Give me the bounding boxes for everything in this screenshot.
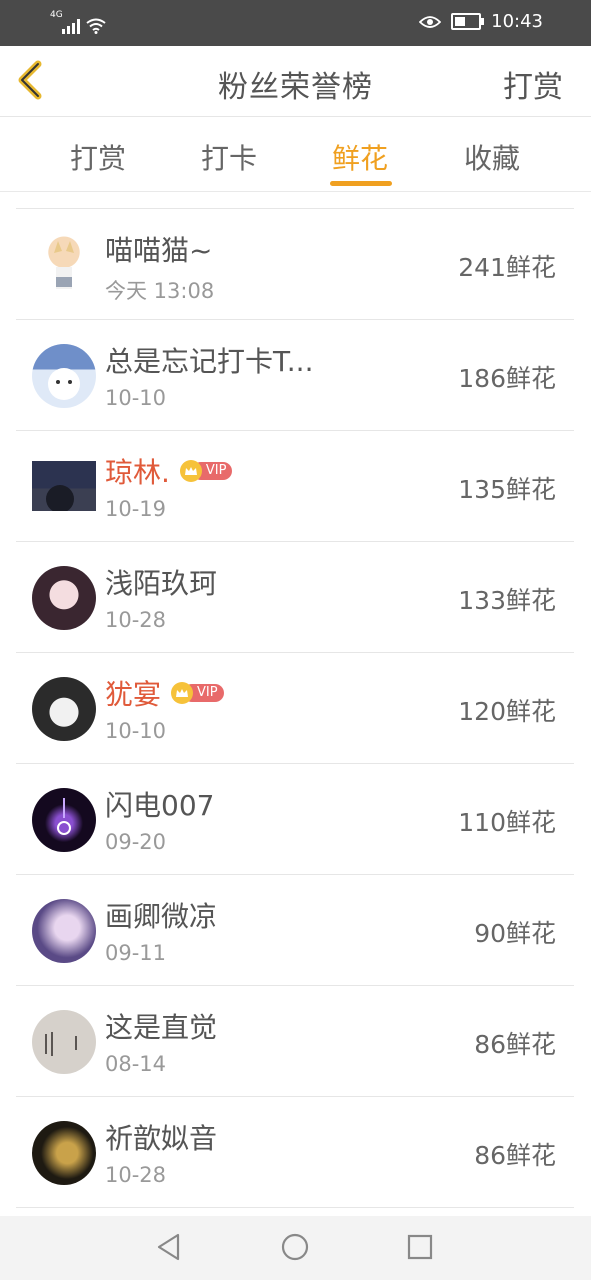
avatar xyxy=(32,899,96,963)
app-header: 粉丝荣誉榜 打赏 xyxy=(0,46,591,117)
flower-count: 110鲜花 xyxy=(458,808,556,837)
tab-reward[interactable]: 打赏 xyxy=(58,137,138,177)
avatar xyxy=(32,1010,96,1074)
flower-count: 86鲜花 xyxy=(474,1141,556,1170)
fan-ranking-list: 喵喵猫~ 今天 13:08 241鲜花 总是忘记打卡T... 10-10 186… xyxy=(16,208,574,1208)
fan-date: 08-14 xyxy=(105,1052,167,1076)
home-circle-icon[interactable] xyxy=(278,1230,312,1264)
list-item[interactable]: 这是直觉 08-14 86鲜花 xyxy=(16,986,574,1097)
avatar xyxy=(32,566,96,630)
tab-bar: 打赏 打卡 鲜花 收藏 xyxy=(0,117,591,192)
fan-name: 这是直觉 xyxy=(105,1011,218,1044)
fan-name: 祈歆姒音 xyxy=(105,1122,218,1155)
tab-checkin[interactable]: 打卡 xyxy=(189,137,269,177)
network-type: 4G xyxy=(50,10,63,20)
fan-date: 10-28 xyxy=(105,1163,167,1187)
tab-favorites[interactable]: 收藏 xyxy=(452,137,532,177)
battery-icon xyxy=(451,13,485,30)
list-item[interactable]: 画卿微凉 09-11 90鲜花 xyxy=(16,875,574,986)
fan-name: 总是忘记打卡T... xyxy=(105,345,314,378)
flower-count: 135鲜花 xyxy=(458,475,556,504)
signal-icon xyxy=(62,18,80,34)
eye-icon xyxy=(419,15,442,28)
active-tab-indicator xyxy=(330,181,392,186)
status-right: 10:43 xyxy=(419,11,543,32)
flower-count: 86鲜花 xyxy=(474,1030,556,1059)
fan-date: 09-20 xyxy=(105,830,167,854)
avatar xyxy=(32,677,96,741)
fan-name: 闪电007 xyxy=(105,789,215,822)
list-item[interactable]: 犹宴 VIP 10-10 120鲜花 xyxy=(16,653,574,764)
flower-count: 120鲜花 xyxy=(458,697,556,726)
vip-badge: VIP xyxy=(179,460,233,482)
flower-count: 90鲜花 xyxy=(474,919,556,948)
system-nav-bar xyxy=(0,1216,591,1280)
fan-name-text: 琼林. xyxy=(105,456,170,489)
flower-count: 133鲜花 xyxy=(458,586,556,615)
fan-date: 10-28 xyxy=(105,608,167,632)
back-triangle-icon[interactable] xyxy=(152,1230,186,1264)
fan-date: 今天 13:08 xyxy=(105,279,215,303)
flower-count: 241鲜花 xyxy=(458,253,556,282)
avatar xyxy=(32,344,96,408)
crown-icon xyxy=(179,460,202,482)
avatar xyxy=(32,461,96,511)
crown-icon xyxy=(171,682,194,704)
list-item[interactable]: 总是忘记打卡T... 10-10 186鲜花 xyxy=(16,320,574,431)
flower-count: 186鲜花 xyxy=(458,364,556,393)
fan-name: 喵喵猫~ xyxy=(105,234,213,267)
avatar xyxy=(32,233,96,297)
list-item[interactable]: 浅陌玖珂 10-28 133鲜花 xyxy=(16,542,574,653)
fan-name-text: 犹宴 xyxy=(105,678,162,711)
recent-square-icon[interactable] xyxy=(403,1230,437,1264)
status-bar: 4G 10:43 xyxy=(0,0,591,46)
tab-flowers[interactable]: 鲜花 xyxy=(320,137,400,177)
wifi-icon xyxy=(86,18,106,34)
fan-name: 琼林. VIP xyxy=(105,451,233,491)
avatar xyxy=(32,788,96,852)
list-item[interactable]: 闪电007 09-20 110鲜花 xyxy=(16,764,574,875)
reward-button[interactable]: 打赏 xyxy=(503,62,563,106)
fan-date: 10-19 xyxy=(105,497,167,521)
fan-name: 浅陌玖珂 xyxy=(105,567,218,600)
clock: 10:43 xyxy=(491,11,543,32)
fan-date: 10-10 xyxy=(105,386,167,410)
list-item[interactable]: 琼林. VIP 10-19 135鲜花 xyxy=(16,431,574,542)
fan-name: 画卿微凉 xyxy=(105,900,218,933)
list-item[interactable]: 祈歆姒音 10-28 86鲜花 xyxy=(16,1097,574,1208)
fan-date: 10-10 xyxy=(105,719,167,743)
fan-name: 犹宴 VIP xyxy=(105,673,224,713)
vip-badge: VIP xyxy=(171,682,224,704)
status-left: 4G xyxy=(50,10,106,34)
avatar xyxy=(32,1121,96,1185)
fan-date: 09-11 xyxy=(105,941,167,965)
list-item[interactable]: 喵喵猫~ 今天 13:08 241鲜花 xyxy=(16,209,574,320)
